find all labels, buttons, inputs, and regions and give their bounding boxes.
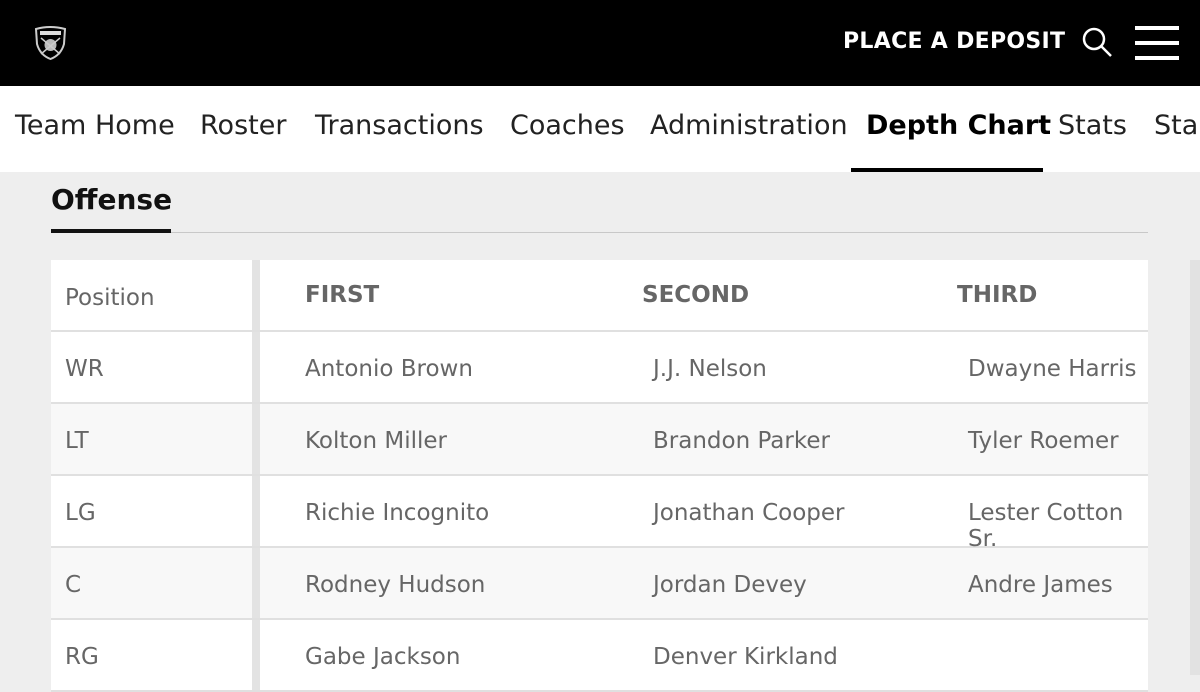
table-row: RG Gabe Jackson Denver Kirkland [51, 620, 1148, 692]
section-title-underline [51, 229, 171, 233]
table-row: WR Antonio Brown J.J. Nelson Dwayne Harris [51, 332, 1148, 404]
nav-transactions[interactable]: Transactions [315, 110, 484, 141]
place-deposit-link[interactable]: PLACE A DEPOSIT [843, 29, 1065, 54]
table-row: LT Kolton Miller Brandon Parker Tyler Roeme… [51, 404, 1148, 476]
cell-second[interactable]: Jonathan Cooper [653, 500, 845, 526]
scroll-shadow [1190, 260, 1200, 675]
nav-coaches[interactable]: Coaches [510, 110, 625, 141]
nav-roster[interactable]: Roster [200, 110, 286, 141]
cell-first[interactable]: Richie Incognito [305, 500, 489, 526]
cell-third[interactable]: Tyler Roemer [968, 428, 1119, 454]
cell-third[interactable]: Lester Cotton Sr. [968, 500, 1148, 552]
cell-position: WR [65, 356, 104, 382]
depth-chart-table: Position FIRST SECOND THIRD WR Antonio Br… [51, 260, 1148, 692]
cell-third[interactable]: Dwayne Harris [968, 356, 1137, 382]
cell-second[interactable]: Denver Kirkland [653, 644, 838, 670]
cell-position: C [65, 572, 82, 598]
nav-standings[interactable]: Standings [1154, 110, 1200, 141]
hamburger-menu-icon[interactable] [1135, 26, 1179, 60]
section-divider [51, 232, 1148, 233]
cell-first[interactable]: Antonio Brown [305, 356, 473, 382]
cell-first[interactable]: Kolton Miller [305, 428, 447, 454]
nav-administration[interactable]: Administration [650, 110, 848, 141]
cell-first[interactable]: Gabe Jackson [305, 644, 460, 670]
search-icon[interactable] [1081, 26, 1113, 58]
table-header-row: Position FIRST SECOND THIRD [51, 260, 1148, 332]
top-bar: PLACE A DEPOSIT [0, 0, 1200, 86]
cell-position: LT [65, 428, 89, 454]
header-second: SECOND [642, 282, 750, 308]
cell-second[interactable]: J.J. Nelson [653, 356, 767, 382]
table-row: LG Richie Incognito Jonathan Cooper Lester … [51, 476, 1148, 552]
cell-second[interactable]: Brandon Parker [653, 428, 830, 454]
header-third: THIRD [957, 282, 1038, 308]
team-nav: Team Home Roster Transactions Coaches Ad… [0, 86, 1200, 172]
cell-position: LG [65, 500, 96, 526]
raiders-logo[interactable] [34, 26, 67, 60]
cell-position: RG [65, 644, 99, 670]
header-first: FIRST [305, 282, 380, 308]
cell-first[interactable]: Rodney Hudson [305, 572, 485, 598]
cell-second[interactable]: Jordan Devey [653, 572, 807, 598]
table-row: C Rodney Hudson Jordan Devey Andre James [51, 548, 1148, 620]
header-position: Position [65, 285, 155, 311]
cell-third[interactable]: Andre James [968, 572, 1113, 598]
nav-team-home[interactable]: Team Home [15, 110, 175, 141]
nav-stats[interactable]: Stats [1058, 110, 1127, 141]
nav-depth-chart[interactable]: Depth Chart [866, 110, 1051, 141]
section-title: Offense [51, 183, 173, 216]
active-tab-indicator [851, 168, 1043, 172]
